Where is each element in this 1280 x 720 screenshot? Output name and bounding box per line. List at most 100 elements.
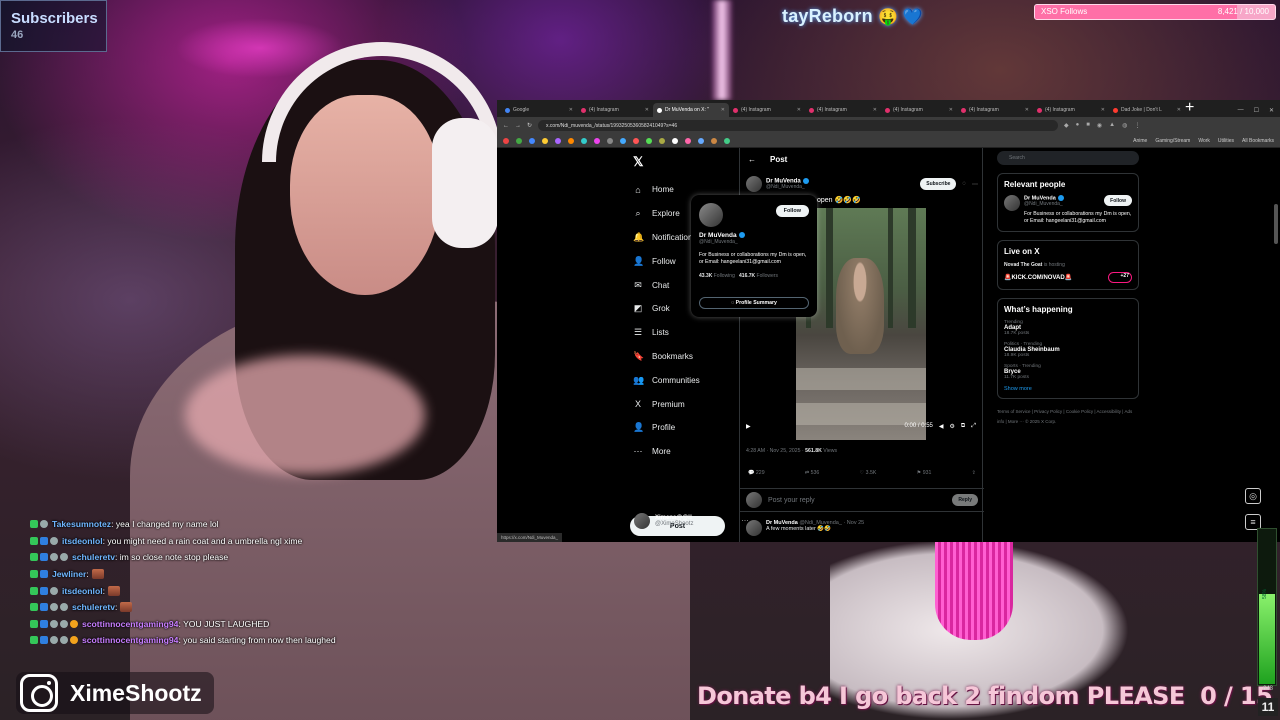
pip-icon[interactable]: ⧉: [961, 423, 965, 430]
tab-close-icon[interactable]: ✕: [721, 107, 725, 113]
trend-item[interactable]: Politics · Trending Claudia Sheinbaum 18.9…: [1004, 342, 1132, 358]
browser-tab[interactable]: (4) Instagram ✕: [957, 103, 1033, 117]
nav-item-profile[interactable]: 👤 Profile: [633, 416, 700, 440]
nav-item-home[interactable]: ⌂ Home: [633, 178, 700, 202]
minimize-icon[interactable]: —: [1238, 107, 1244, 113]
tab-close-icon[interactable]: ✕: [1025, 107, 1029, 113]
bookmark-folder[interactable]: Gaming/Stream: [1155, 138, 1190, 144]
hover-card-follow-button[interactable]: Follow: [775, 205, 809, 217]
chat-username[interactable]: scottinnocentgaming94: [82, 619, 178, 629]
browser-tab[interactable]: (4) Instagram ✕: [729, 103, 805, 117]
bookmark-icon[interactable]: [594, 137, 600, 144]
profile-summary-button[interactable]: ◌ Profile Summary: [699, 297, 809, 309]
play-icon[interactable]: ▶: [746, 423, 751, 430]
bookmark-folder[interactable]: Anime: [1133, 138, 1147, 144]
bookmark-folder[interactable]: Work: [1198, 138, 1210, 144]
bookmark-icon[interactable]: [633, 137, 639, 144]
extension-icon[interactable]: ●: [1076, 122, 1080, 129]
relevant-person[interactable]: Dr MuVenda @Ndi_Muvenda_ Follow: [1004, 195, 1132, 211]
bookmark-icon[interactable]: [646, 137, 652, 144]
bookmark-count[interactable]: ⚑ 931: [917, 470, 932, 476]
author-name[interactable]: Dr MuVenda @Ndi_Muvenda_: [766, 177, 809, 190]
chat-username[interactable]: Takesumnotez: [52, 519, 111, 529]
trend-item[interactable]: Sports · Trending Bryce 11.7K posts: [1004, 364, 1132, 380]
following-count[interactable]: 43.3K: [699, 273, 712, 279]
extension-icon[interactable]: ◉: [1097, 122, 1102, 129]
tab-close-icon[interactable]: ✕: [1101, 107, 1105, 113]
new-tab-icon[interactable]: +: [1185, 100, 1194, 117]
bookmark-icon[interactable]: [659, 137, 665, 144]
nav-item-bookmarks[interactable]: 🔖 Bookmarks: [633, 345, 700, 369]
relevant-follow-button[interactable]: Follow: [1104, 195, 1132, 206]
nav-item-more[interactable]: ⋯ More: [633, 440, 700, 464]
chat-username[interactable]: schuleretv: [72, 552, 115, 562]
nav-item-premium[interactable]: X Premium: [633, 392, 700, 416]
nav-item-notifications[interactable]: 🔔 Notifications: [633, 226, 700, 250]
bookmark-icon[interactable]: [711, 137, 717, 144]
camera-icon[interactable]: ◎: [1245, 488, 1261, 504]
reply-tweet[interactable]: Dr MuVenda @Ndi_Muvenda_ · Nov 25 A few …: [746, 520, 978, 536]
nav-item-follow[interactable]: 👤 Follow: [633, 249, 700, 273]
author-avatar[interactable]: [746, 176, 762, 192]
browser-tab[interactable]: Dad Joke | Don't L ✕: [1109, 103, 1185, 117]
bookmark-icon[interactable]: [568, 137, 574, 144]
chat-username[interactable]: Jewliner: [52, 569, 86, 579]
search-input[interactable]: Search: [997, 151, 1139, 165]
chat-username[interactable]: schuleretv: [72, 602, 115, 612]
browser-tab[interactable]: (4) Instagram ✕: [577, 103, 653, 117]
bookmark-icon[interactable]: [516, 137, 522, 144]
profile-icon[interactable]: ◍: [1122, 122, 1127, 129]
x-logo-icon[interactable]: 𝕏: [633, 154, 643, 170]
volume-icon[interactable]: ◀: [939, 423, 944, 430]
reply-count[interactable]: 💬 229: [748, 470, 765, 476]
menu-icon[interactable]: ⋮: [1134, 122, 1140, 129]
bookmark-folder[interactable]: All Bookmarks: [1242, 138, 1274, 144]
browser-tab[interactable]: (4) Instagram ✕: [881, 103, 957, 117]
x-account-switcher[interactable]: Ximena@@!! @XimeShootz ⋯: [634, 513, 748, 529]
browser-tab[interactable]: (4) Instagram ✕: [805, 103, 881, 117]
reload-icon[interactable]: ↻: [527, 122, 532, 129]
forward-icon[interactable]: →: [515, 123, 521, 129]
bookmark-folder[interactable]: Utilities: [1218, 138, 1234, 144]
settings-icon[interactable]: ⚙: [950, 423, 955, 430]
browser-tab[interactable]: (4) Instagram ✕: [1033, 103, 1109, 117]
browser-tab[interactable]: Dr MuVenda on X: " ✕: [653, 103, 729, 117]
tab-close-icon[interactable]: ✕: [873, 107, 877, 113]
reply-button[interactable]: Reply: [952, 494, 978, 506]
nav-item-communities[interactable]: 👥 Communities: [633, 368, 700, 392]
extension-icon[interactable]: ◆: [1064, 122, 1069, 129]
relevant-person-avatar[interactable]: [1004, 195, 1020, 211]
reply-input[interactable]: Post your reply: [768, 497, 815, 504]
browser-tab[interactable]: Google ✕: [501, 103, 577, 117]
live-stream[interactable]: 🚨KICK.COM/NOVAD🚨 +27: [1004, 272, 1132, 283]
bookmark-icon[interactable]: [698, 137, 704, 144]
back-arrow-icon[interactable]: ←: [748, 155, 756, 164]
bookmark-icon[interactable]: [555, 137, 561, 144]
bookmark-icon[interactable]: [685, 137, 691, 144]
tab-close-icon[interactable]: ✕: [1177, 107, 1181, 113]
subscribe-button[interactable]: Subscribe: [920, 178, 957, 190]
like-count[interactable]: ♡ 3.5K: [860, 470, 877, 476]
tab-close-icon[interactable]: ✕: [569, 107, 573, 113]
footer-links[interactable]: Terms of Service | Privacy Policy | Cook…: [997, 407, 1139, 427]
chat-username[interactable]: itsdeonlol: [62, 586, 103, 596]
bookmark-icon[interactable]: [672, 137, 678, 144]
share-icon[interactable]: ⇪: [972, 470, 976, 476]
nav-item-chat[interactable]: ✉ Chat: [633, 273, 700, 297]
back-icon[interactable]: ←: [503, 123, 509, 129]
bookmark-icon[interactable]: [724, 137, 730, 144]
followers-count[interactable]: 416.7K: [739, 273, 755, 279]
extension-icon[interactable]: ▲: [1109, 122, 1115, 129]
bookmark-icon[interactable]: [607, 137, 613, 144]
hover-card-avatar[interactable]: [699, 203, 723, 227]
bookmark-icon[interactable]: [620, 137, 626, 144]
trend-item[interactable]: Trending Adapt 18.7K posts: [1004, 320, 1132, 336]
nav-item-lists[interactable]: ☰ Lists: [633, 321, 700, 345]
bookmark-icon[interactable]: [529, 137, 535, 144]
maximize-icon[interactable]: ☐: [1254, 107, 1259, 114]
repost-count[interactable]: ⇄ 536: [805, 470, 819, 476]
address-bar[interactable]: x.com/Ndi_muvenda_/status/19932505360582…: [538, 120, 1059, 131]
grok-icon[interactable]: ◌: [962, 181, 966, 187]
chat-username[interactable]: scottinnocentgaming94: [82, 635, 178, 645]
nav-item-explore[interactable]: ⌕ Explore: [633, 202, 700, 226]
